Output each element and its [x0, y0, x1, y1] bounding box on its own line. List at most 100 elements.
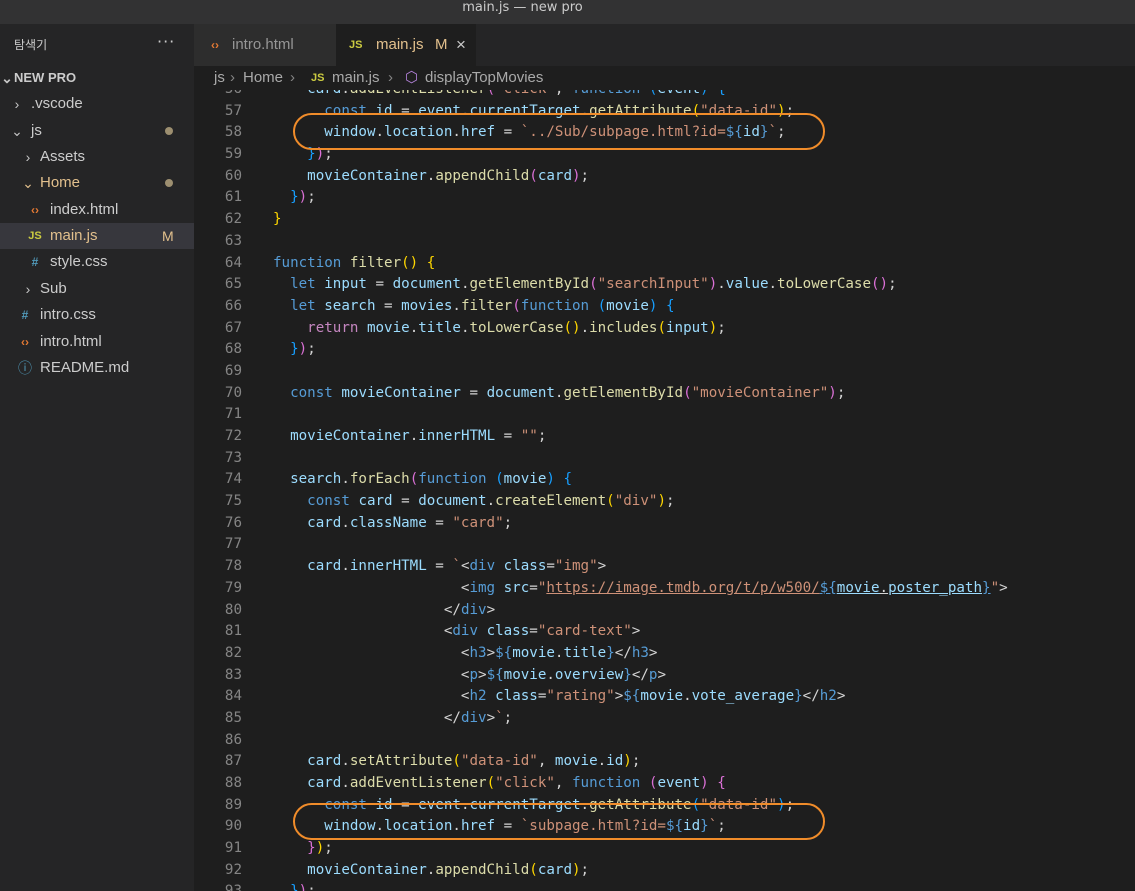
- code-line: 79 <img src="https://image.tmdb.org/t/p/…: [194, 578, 1135, 600]
- line-number: 82: [224, 644, 242, 661]
- chevron-right-icon: ›: [388, 69, 393, 86]
- tree-item-assets[interactable]: › Assets: [0, 144, 194, 170]
- code-line: 88 card.addEventListener("click", functi…: [194, 773, 1135, 795]
- tree-label: index.html: [50, 201, 119, 218]
- code-line: 72 movieContainer.innerHTML = "";: [194, 426, 1135, 448]
- tree-item-intro-html[interactable]: ‹› intro.html: [0, 329, 194, 355]
- line-number: 59: [224, 146, 242, 163]
- tree-item-style-css[interactable]: # style.css: [0, 249, 194, 275]
- tree-item-readme[interactable]: ⓘ README.md: [0, 355, 194, 381]
- breadcrumb-item[interactable]: displayTopMovies: [425, 66, 543, 90]
- html-file-icon: ‹›: [21, 335, 29, 349]
- code-line: 80 </div>: [194, 600, 1135, 622]
- ellipsis-icon[interactable]: ···: [157, 32, 175, 51]
- tab-label: intro.html: [232, 36, 294, 53]
- tree-label: intro.html: [40, 333, 102, 350]
- html-file-icon: ‹›: [211, 38, 219, 52]
- breadcrumb-item[interactable]: js: [214, 66, 225, 90]
- code-lines: 56 card.addEventListener("click", functi…: [194, 90, 1135, 891]
- tree-label: README.md: [40, 359, 130, 376]
- chevron-down-icon: ⌄: [22, 175, 34, 191]
- code-line: 62}: [194, 209, 1135, 231]
- title-bar: main.js — new pro: [0, 0, 1135, 24]
- tree-label: Home: [40, 174, 81, 191]
- code-line: 67 return movie.title.toLowerCase().incl…: [194, 318, 1135, 340]
- line-number: 78: [224, 558, 242, 575]
- code-editor[interactable]: 56 card.addEventListener("click", functi…: [194, 90, 1135, 891]
- code-line: 87 card.setAttribute("data-id", movie.id…: [194, 751, 1135, 773]
- line-number: 67: [224, 319, 242, 336]
- chevron-right-icon: ›: [14, 96, 20, 112]
- code-line: 66 let search = movies.filter(function (…: [194, 296, 1135, 318]
- tab-bar: ‹› intro.html JS main.js M ×: [194, 24, 1135, 66]
- line-number: 76: [224, 514, 242, 531]
- tree-item-main-js[interactable]: JS main.js M: [0, 223, 194, 249]
- tree-label: main.js: [50, 227, 98, 244]
- tab-main-js[interactable]: JS main.js M ×: [336, 24, 476, 66]
- line-number: 64: [224, 254, 242, 271]
- tree-label: Sub: [40, 280, 67, 297]
- close-icon[interactable]: ×: [456, 24, 466, 66]
- code-line: 82 <h3>${movie.title}</h3>: [194, 643, 1135, 665]
- breadcrumb-item[interactable]: Home: [243, 66, 283, 90]
- chevron-right-icon: ›: [230, 69, 235, 86]
- tree-label: .vscode: [31, 95, 83, 112]
- line-number: 92: [224, 861, 242, 878]
- modified-badge: M: [435, 36, 448, 53]
- code-line: 56 card.addEventListener("click", functi…: [194, 90, 1135, 101]
- project-label: NEW PRO: [14, 70, 77, 85]
- breadcrumb: js › Home › JS main.js › ⬡ displayTopMov…: [194, 66, 1135, 90]
- breadcrumb-item[interactable]: main.js: [332, 66, 380, 90]
- line-number: 71: [224, 406, 242, 423]
- code-line: 78 card.innerHTML = `<div class="img">: [194, 556, 1135, 578]
- css-file-icon: #: [31, 255, 39, 269]
- tree-item-home[interactable]: ⌄ Home: [0, 170, 194, 196]
- line-number: 93: [194, 881, 242, 891]
- line-number: 87: [224, 753, 242, 770]
- code-line: 61 });: [194, 187, 1135, 209]
- css-file-icon: #: [21, 308, 29, 322]
- code-line: 92 movieContainer.appendChild(card);: [194, 860, 1135, 882]
- tab-intro-html[interactable]: ‹› intro.html: [194, 24, 336, 66]
- line-number: 79: [224, 579, 242, 596]
- code-line: 76 card.className = "card";: [194, 513, 1135, 535]
- chevron-right-icon: ›: [25, 281, 31, 297]
- tab-label: main.js: [376, 36, 424, 53]
- line-number: 91: [224, 840, 242, 857]
- chevron-right-icon: ›: [290, 69, 295, 86]
- explorer-header: 탐색기: [14, 38, 48, 52]
- line-number: 75: [224, 493, 242, 510]
- line-number: 84: [224, 688, 242, 705]
- tree-label: js: [31, 122, 42, 139]
- tree-label: style.css: [50, 253, 108, 270]
- tree-label: Assets: [40, 148, 86, 165]
- tree-item-js[interactable]: ⌄ js: [0, 118, 194, 144]
- code-line: 84 <h2 class="rating">${movie.vote_avera…: [194, 686, 1135, 708]
- line-number: 62: [224, 211, 242, 228]
- tree-item-intro-css[interactable]: # intro.css: [0, 302, 194, 328]
- code-line: 63: [194, 231, 1135, 253]
- modified-dot: [165, 127, 173, 135]
- line-number: 83: [224, 666, 242, 683]
- line-number: 81: [224, 623, 242, 640]
- tree-item-sub[interactable]: › Sub: [0, 276, 194, 302]
- js-file-icon: JS: [28, 230, 42, 242]
- code-line: 64 function filter() {: [194, 253, 1135, 275]
- code-line: 65 let input = document.getElementById("…: [194, 274, 1135, 296]
- code-line: 91 });: [194, 838, 1135, 860]
- code-line: 85 </div>`;: [194, 708, 1135, 730]
- chevron-right-icon: ›: [25, 149, 31, 165]
- code-line: 93 });: [194, 881, 1135, 891]
- line-number: 90: [224, 818, 242, 835]
- code-line: 83 <p>${movie.overview}</p>: [194, 665, 1135, 687]
- code-line: 81 <div class="card-text">: [194, 621, 1135, 643]
- line-number: 66: [224, 297, 242, 314]
- tree-item-index-html[interactable]: ‹› index.html: [0, 197, 194, 223]
- tree-item-vscode[interactable]: › .vscode: [0, 91, 194, 117]
- function-cube-icon: ⬡: [405, 69, 419, 86]
- project-folder[interactable]: ⌄ NEW PRO: [0, 65, 194, 91]
- line-number: 69: [224, 362, 242, 379]
- modified-dot: [165, 179, 173, 187]
- line-number: 89: [224, 796, 242, 813]
- line-number: 58: [224, 124, 242, 141]
